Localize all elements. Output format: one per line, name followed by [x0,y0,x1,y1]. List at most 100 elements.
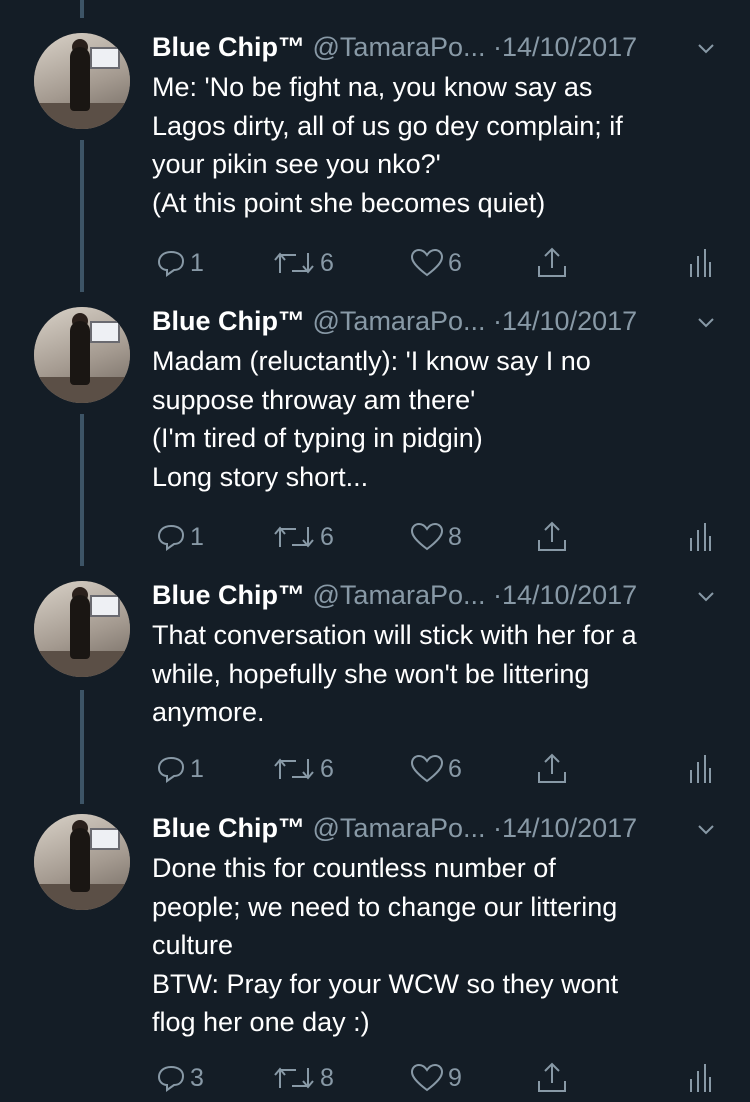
share-icon [538,1062,566,1092]
tweet-text-line: Madam (reluctantly): 'I know say I no [152,346,591,376]
avatar[interactable] [34,33,130,129]
retweet-count: 8 [320,1063,334,1092]
analytics-icon [690,523,711,551]
display-name[interactable]: Blue Chip™ [152,813,305,843]
retweet-icon [274,526,314,548]
retweet-button[interactable]: 6 [272,517,334,557]
reply-icon [157,524,185,551]
like-icon [410,1063,444,1092]
tweet-text-line: your pikin see you nko?' [152,149,441,180]
like-button[interactable]: 6 [410,243,462,283]
retweet-icon [274,758,314,780]
like-count: 8 [448,522,462,551]
separator: · [493,306,502,336]
tweet-text-line: suppose throway am there' [152,384,476,415]
retweet-button[interactable]: 8 [272,1058,334,1098]
chevron-down-icon[interactable] [697,821,715,839]
share-icon [538,247,566,277]
tweet-text-line: Done this for countless number of [152,853,556,883]
share-button[interactable] [535,243,569,283]
analytics-icon [690,249,711,277]
like-icon [410,522,444,551]
chevron-down-icon[interactable] [697,314,715,332]
tweet-text-line: (At this point she becomes quiet) [152,187,546,218]
display-name[interactable]: Blue Chip™ [152,306,305,336]
analytics-button[interactable] [688,749,712,789]
display-name[interactable]: Blue Chip™ [152,580,305,610]
like-icon [410,754,444,783]
analytics-button[interactable] [688,517,712,557]
reply-button[interactable]: 3 [156,1058,204,1098]
tweet-text-line: anymore. [152,697,265,728]
retweet-button[interactable]: 6 [272,749,334,789]
avatar[interactable] [34,814,130,910]
tweet-date[interactable]: 14/10/2017 [502,580,637,610]
user-handle[interactable]: @TamaraPo... [313,580,486,610]
reply-button[interactable]: 1 [156,749,204,789]
tweet-actions: 1 6 6 [0,749,750,789]
reply-button[interactable]: 1 [156,517,204,557]
retweet-count: 6 [320,522,334,551]
analytics-icon [690,755,711,783]
tweet-date[interactable]: 14/10/2017 [502,813,637,843]
like-count: 6 [448,248,462,277]
tweet-text-line: people; we need to change our littering [152,891,618,922]
tweet-header: Blue Chip™ @TamaraPo... ·14/10/2017 [152,30,637,64]
reply-count: 1 [190,754,204,783]
reply-icon [157,756,185,783]
tweet-text: That conversation will stick with her fo… [152,616,732,732]
tweet-text: Madam (reluctantly): 'I know say I no su… [152,342,732,496]
tweet-text: Done this for countless number of people… [152,849,732,1042]
like-count: 6 [448,754,462,783]
separator: · [493,32,502,62]
share-button[interactable] [535,749,569,789]
retweet-count: 6 [320,754,334,783]
like-button[interactable]: 9 [410,1058,462,1098]
tweet-text-line: while, hopefully she won't be littering [152,658,590,689]
reply-button[interactable]: 1 [156,243,204,283]
like-button[interactable]: 6 [410,749,462,789]
share-icon [538,753,566,783]
tweet-date[interactable]: 14/10/2017 [502,306,637,336]
tweet-actions: 1 6 8 [0,517,750,557]
like-icon [410,248,444,277]
tweet-text-line: (I'm tired of typing in pidgin) [152,423,483,454]
tweet-text-line: flog her one day :) [152,1007,370,1038]
tweet-text-line: Me: 'No be fight na, you know say as [152,72,593,102]
tweet-text-line: Lagos dirty, all of us go dey complain; … [152,110,623,141]
thread-line [80,0,84,18]
reply-icon [157,1065,185,1092]
share-button[interactable] [535,517,569,557]
tweet-actions: 3 8 9 [0,1058,750,1098]
retweet-icon [274,1067,314,1089]
tweet-text: Me: 'No be fight na, you know say as Lag… [152,68,732,222]
tweet-text-line: BTW: Pray for your WCW so they wont [152,968,619,999]
like-button[interactable]: 8 [410,517,462,557]
reply-count: 3 [190,1063,204,1092]
user-handle[interactable]: @TamaraPo... [313,813,486,843]
retweet-button[interactable]: 6 [272,243,334,283]
tweet-actions: 1 6 6 [0,243,750,283]
chevron-down-icon[interactable] [697,588,715,606]
analytics-button[interactable] [688,1058,712,1098]
share-button[interactable] [535,1058,569,1098]
tweet-date[interactable]: 14/10/2017 [502,32,637,62]
user-handle[interactable]: @TamaraPo... [313,32,486,62]
analytics-button[interactable] [688,243,712,283]
avatar[interactable] [34,307,130,403]
tweet-text-line: Long story short... [152,461,369,492]
avatar[interactable] [34,581,130,677]
reply-count: 1 [190,522,204,551]
separator: · [493,580,502,610]
share-icon [538,521,566,551]
display-name[interactable]: Blue Chip™ [152,32,305,62]
chevron-down-icon[interactable] [697,40,715,58]
tweet-header: Blue Chip™ @TamaraPo... ·14/10/2017 [152,811,637,845]
retweet-count: 6 [320,248,334,277]
reply-count: 1 [190,248,204,277]
user-handle[interactable]: @TamaraPo... [313,306,486,336]
separator: · [493,813,502,843]
tweet-text-line: That conversation will stick with her fo… [152,620,637,650]
reply-icon [157,250,185,277]
tweet-header: Blue Chip™ @TamaraPo... ·14/10/2017 [152,304,637,338]
